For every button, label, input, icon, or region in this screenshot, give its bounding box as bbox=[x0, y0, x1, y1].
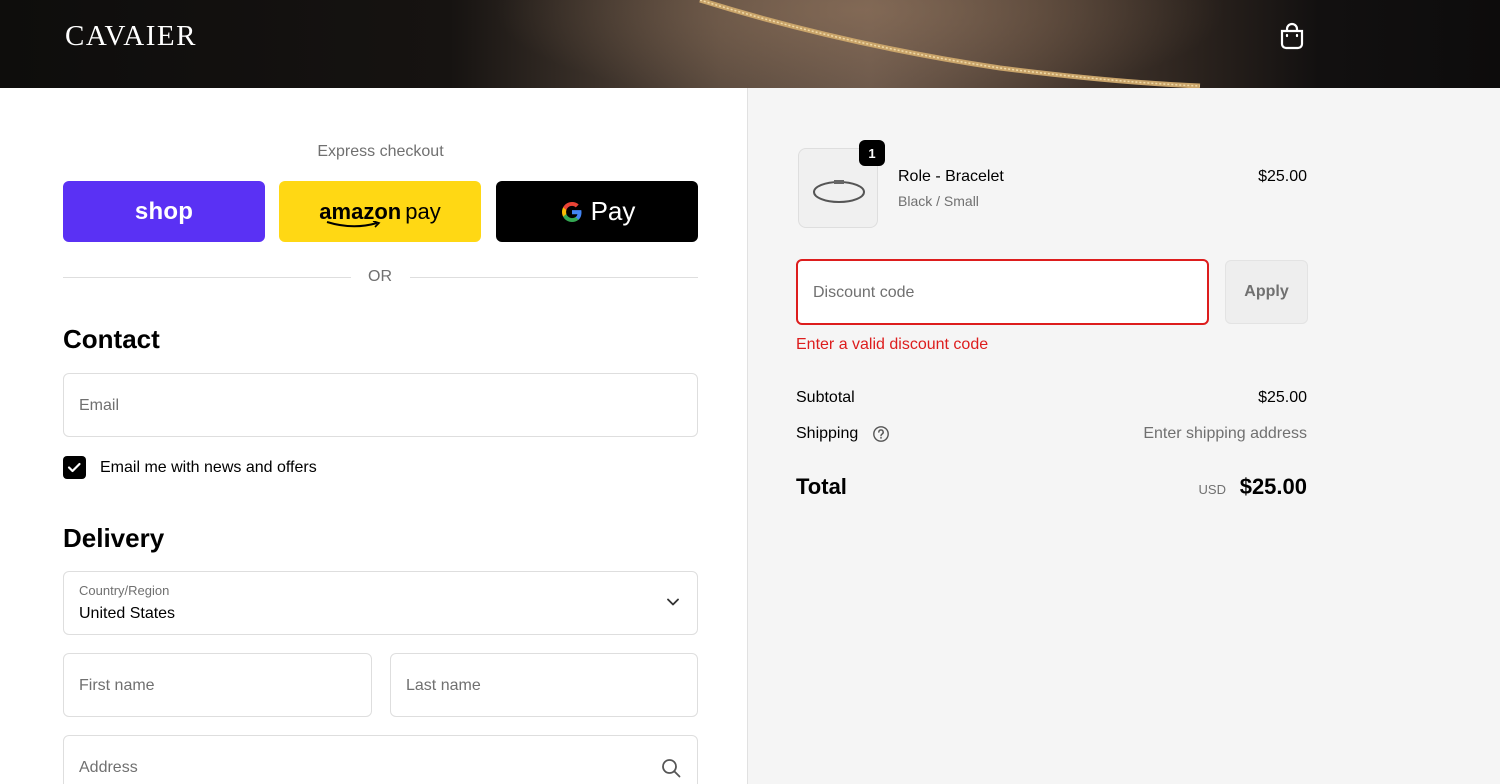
divider-right bbox=[410, 277, 698, 278]
contact-heading: Contact bbox=[63, 324, 160, 354]
address-placeholder: Address bbox=[79, 759, 138, 776]
address-field[interactable]: Address bbox=[63, 735, 698, 784]
google-pay-label: Pay bbox=[590, 196, 636, 226]
currency-code: USD bbox=[1198, 482, 1226, 497]
country-value: United States bbox=[79, 605, 176, 622]
checkmark-icon bbox=[67, 462, 81, 473]
amazon-pay-button[interactable]: amazon pay bbox=[279, 181, 481, 242]
google-pay-button[interactable]: Pay bbox=[496, 181, 698, 242]
google-g-icon bbox=[561, 201, 582, 222]
shipping-value: Enter shipping address bbox=[1143, 425, 1307, 442]
amazon-smile-icon bbox=[327, 220, 381, 228]
divider-left bbox=[63, 277, 351, 278]
apply-discount-button[interactable]: Apply bbox=[1225, 260, 1308, 324]
express-checkout-title: Express checkout bbox=[317, 143, 444, 160]
delivery-heading: Delivery bbox=[63, 523, 165, 553]
product-name: Role - Bracelet bbox=[898, 168, 1004, 185]
total-value: $25.00 bbox=[1239, 474, 1307, 499]
newsletter-checkbox[interactable] bbox=[63, 456, 86, 479]
country-select[interactable]: Country/Region United States bbox=[63, 571, 698, 635]
subtotal-value: $25.00 bbox=[1258, 389, 1307, 406]
discount-error-message: Enter a valid discount code bbox=[796, 336, 989, 353]
first-name-placeholder: First name bbox=[79, 677, 155, 694]
first-name-field[interactable]: First name bbox=[63, 653, 372, 717]
bracelet-chain-image bbox=[699, 0, 1201, 88]
shop-pay-button[interactable]: shop bbox=[63, 181, 265, 242]
help-circle-icon[interactable] bbox=[872, 425, 890, 443]
newsletter-label[interactable]: Email me with news and offers bbox=[100, 459, 317, 477]
last-name-placeholder: Last name bbox=[406, 677, 481, 694]
shipping-label: Shipping bbox=[796, 425, 859, 442]
checkout-form: Express checkout shop amazon pay Pay OR … bbox=[0, 88, 747, 784]
product-variant: Black / Small bbox=[898, 193, 979, 209]
total-label: Total bbox=[796, 474, 847, 499]
amazon-logo: amazon bbox=[319, 199, 401, 228]
product-price: $25.00 bbox=[1258, 168, 1307, 185]
discount-code-input[interactable]: Discount code bbox=[796, 259, 1209, 325]
search-icon[interactable] bbox=[661, 758, 681, 778]
discount-placeholder: Discount code bbox=[813, 284, 915, 301]
or-divider-label: OR bbox=[368, 268, 392, 285]
site-header: CAVAIER bbox=[0, 0, 1500, 88]
email-field[interactable]: Email bbox=[63, 373, 698, 437]
shop-pay-label: shop bbox=[134, 197, 194, 225]
amazon-pay-label: pay bbox=[405, 198, 441, 224]
last-name-field[interactable]: Last name bbox=[390, 653, 698, 717]
email-placeholder: Email bbox=[79, 397, 120, 414]
country-label: Country/Region bbox=[79, 583, 170, 598]
chevron-down-icon bbox=[667, 598, 679, 606]
quantity-badge: 1 bbox=[859, 140, 885, 166]
shopping-bag-icon[interactable] bbox=[1279, 22, 1305, 50]
subtotal-label: Subtotal bbox=[796, 389, 855, 406]
order-summary: 1 Role - Bracelet Black / Small $25.00 D… bbox=[747, 88, 1500, 784]
store-logo[interactable]: CAVAIER bbox=[65, 20, 197, 53]
